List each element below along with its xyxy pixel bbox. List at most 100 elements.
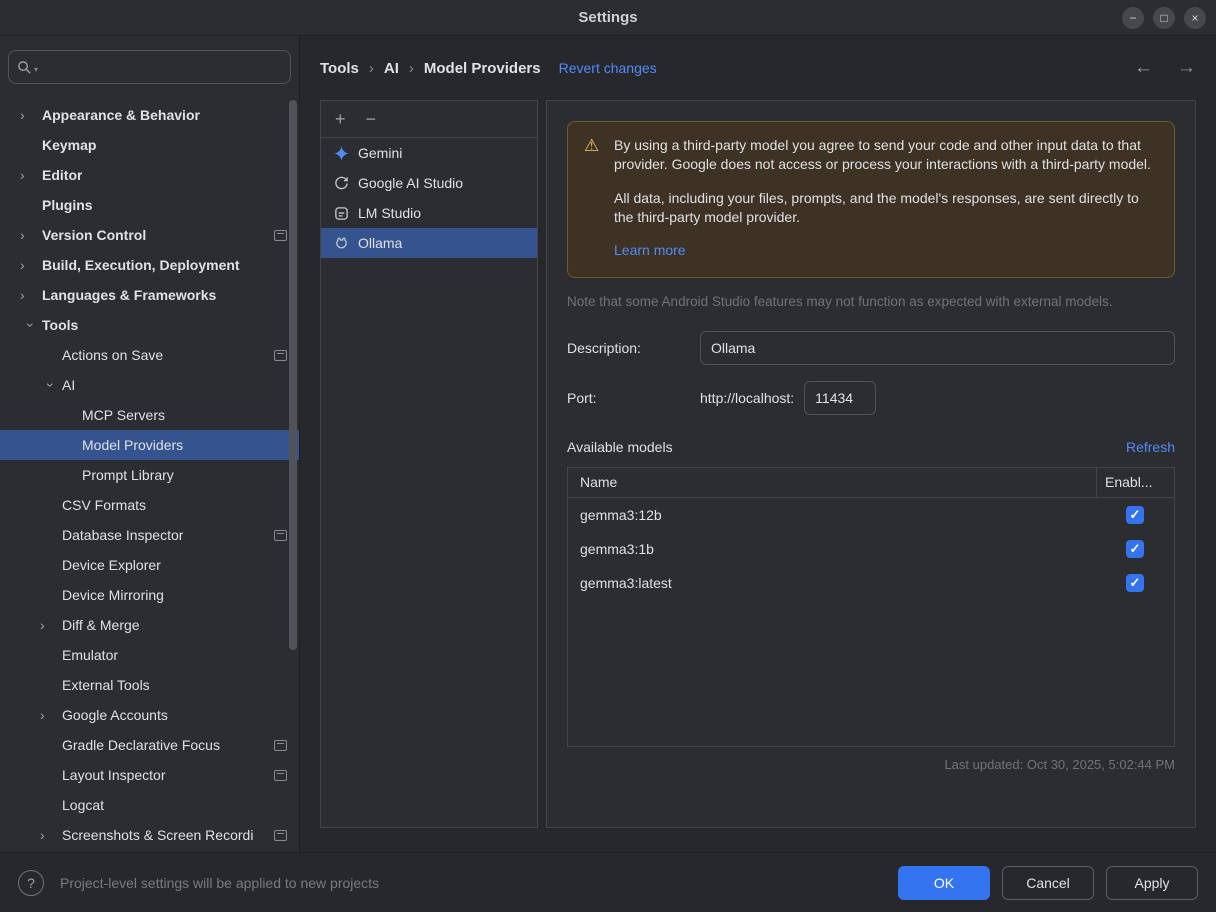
help-icon[interactable]: ? [18, 870, 44, 896]
window-controls: − □ × [1122, 7, 1206, 29]
third-party-warning-banner: ⚠ By using a third-party model you agree… [567, 121, 1175, 278]
chevron-right-icon[interactable]: › [40, 707, 62, 723]
sidebar-scrollbar[interactable] [289, 100, 297, 650]
minimize-button[interactable]: − [1122, 7, 1144, 29]
sidebar-item-mcp-servers[interactable]: MCP Servers [0, 400, 299, 430]
provider-item-gemini[interactable]: Gemini [321, 138, 537, 168]
models-table-header: Name Enabl... [568, 468, 1174, 498]
sidebar-item-google-accounts[interactable]: ›Google Accounts [0, 700, 299, 730]
last-updated-text: Last updated: Oct 30, 2025, 5:02:44 PM [567, 757, 1175, 772]
sidebar-item-label: CSV Formats [62, 497, 146, 513]
add-provider-button[interactable]: + [335, 110, 346, 128]
sidebar-item-label: Google Accounts [62, 707, 168, 723]
sidebar-item-appearance-behavior[interactable]: ›Appearance & Behavior [0, 100, 299, 130]
search-history-caret-icon: ▾ [34, 65, 38, 74]
provider-item-google-ai-studio[interactable]: Google AI Studio [321, 168, 537, 198]
back-arrow-icon[interactable]: ← [1134, 57, 1153, 79]
chevron-down-icon[interactable]: › [23, 314, 39, 336]
revert-changes-link[interactable]: Revert changes [559, 60, 657, 76]
provider-item-lm-studio[interactable]: LM Studio [321, 198, 537, 228]
sidebar-item-prompt-library[interactable]: Prompt Library [0, 460, 299, 490]
description-field[interactable] [700, 331, 1175, 365]
project-level-note: Project-level settings will be applied t… [60, 875, 379, 891]
provider-item-label: Ollama [358, 235, 402, 251]
column-header-enabled[interactable]: Enabl... [1096, 468, 1174, 497]
sidebar-item-editor[interactable]: ›Editor [0, 160, 299, 190]
google-ai-studio-icon [333, 176, 349, 191]
chevron-right-icon[interactable]: › [40, 827, 62, 843]
sidebar-item-label: Build, Execution, Deployment [42, 257, 240, 273]
sidebar-item-gradle-declarative-focus[interactable]: Gradle Declarative Focus [0, 730, 299, 760]
chevron-right-icon[interactable]: › [20, 287, 42, 303]
sidebar-item-diff-merge[interactable]: ›Diff & Merge [0, 610, 299, 640]
chevron-down-icon[interactable]: › [43, 374, 59, 396]
sidebar-item-tools[interactable]: ›Tools [0, 310, 299, 340]
model-enabled-cell: ✓ [1096, 540, 1174, 558]
sidebar-item-label: AI [62, 377, 75, 393]
model-providers-content: + − Gemini Google AI Studio LM Studio Ollam… [300, 100, 1216, 828]
settings-search-box[interactable]: ▾ [8, 50, 291, 84]
sidebar-item-device-mirroring[interactable]: Device Mirroring [0, 580, 299, 610]
provider-item-label: LM Studio [358, 205, 421, 221]
model-enabled-checkbox[interactable]: ✓ [1126, 540, 1144, 558]
model-name: gemma3:latest [568, 575, 1096, 591]
sidebar-item-label: Plugins [42, 197, 93, 213]
sidebar-item-keymap[interactable]: Keymap [0, 130, 299, 160]
description-label: Description: [567, 340, 700, 356]
search-input[interactable] [40, 59, 282, 75]
chevron-right-icon[interactable]: › [40, 617, 62, 633]
model-row: gemma3:1b ✓ [568, 532, 1174, 566]
sidebar-item-device-explorer[interactable]: Device Explorer [0, 550, 299, 580]
sidebar-item-csv-formats[interactable]: CSV Formats [0, 490, 299, 520]
sidebar-item-emulator[interactable]: Emulator [0, 640, 299, 670]
sidebar-item-actions-on-save[interactable]: Actions on Save [0, 340, 299, 370]
sidebar-item-label: Diff & Merge [62, 617, 140, 633]
sidebar-item-label: Logcat [62, 797, 104, 813]
ok-button[interactable]: OK [898, 866, 990, 900]
refresh-link[interactable]: Refresh [1126, 439, 1175, 455]
column-header-name[interactable]: Name [568, 468, 1096, 497]
breadcrumb: Tools › AI › Model Providers Revert chan… [300, 36, 1216, 100]
external-models-note: Note that some Android Studio features m… [567, 294, 1175, 309]
breadcrumb-item-tools[interactable]: Tools [320, 60, 359, 77]
provider-toolbar: + − [321, 101, 537, 138]
chevron-right-icon[interactable]: › [20, 257, 42, 273]
provider-item-label: Gemini [358, 145, 402, 161]
chevron-right-icon[interactable]: › [20, 107, 42, 123]
sidebar-item-label: Prompt Library [82, 467, 174, 483]
sidebar-item-languages-frameworks[interactable]: ›Languages & Frameworks [0, 280, 299, 310]
sidebar-item-database-inspector[interactable]: Database Inspector [0, 520, 299, 550]
breadcrumb-item-ai[interactable]: AI [384, 60, 399, 77]
sidebar-item-model-providers[interactable]: Model Providers [0, 430, 299, 460]
chevron-right-icon[interactable]: › [20, 227, 42, 243]
sidebar-item-version-control[interactable]: ›Version Control [0, 220, 299, 250]
breadcrumb-separator-icon: › [409, 60, 414, 77]
forward-arrow-icon[interactable]: → [1177, 57, 1196, 79]
sidebar-item-external-tools[interactable]: External Tools [0, 670, 299, 700]
provider-item-label: Google AI Studio [358, 175, 463, 191]
sidebar-item-label: Editor [42, 167, 82, 183]
apply-button[interactable]: Apply [1106, 866, 1198, 900]
remove-provider-button[interactable]: − [366, 110, 377, 128]
sidebar-item-ai[interactable]: ›AI [0, 370, 299, 400]
cancel-button[interactable]: Cancel [1002, 866, 1094, 900]
provider-item-ollama[interactable]: Ollama [321, 228, 537, 258]
sidebar-item-plugins[interactable]: Plugins [0, 190, 299, 220]
sidebar-item-build-execution-deployment[interactable]: ›Build, Execution, Deployment [0, 250, 299, 280]
sidebar-item-layout-inspector[interactable]: Layout Inspector [0, 760, 299, 790]
close-button[interactable]: × [1184, 7, 1206, 29]
model-enabled-checkbox[interactable]: ✓ [1126, 574, 1144, 592]
sidebar-item-logcat[interactable]: Logcat [0, 790, 299, 820]
sidebar-item-screenshots-screen-recordi[interactable]: ›Screenshots & Screen Recordi [0, 820, 299, 850]
model-name: gemma3:1b [568, 541, 1096, 557]
maximize-button[interactable]: □ [1153, 7, 1175, 29]
model-enabled-checkbox[interactable]: ✓ [1126, 506, 1144, 524]
project-level-icon [274, 830, 287, 841]
provider-detail-panel: ⚠ By using a third-party model you agree… [546, 100, 1196, 828]
title-bar: Settings − □ × [0, 0, 1216, 36]
learn-more-link[interactable]: Learn more [614, 241, 686, 260]
port-field[interactable] [804, 381, 876, 415]
dialog-footer: ? Project-level settings will be applied… [0, 852, 1216, 912]
available-models-row: Available models Refresh [567, 439, 1175, 455]
chevron-right-icon[interactable]: › [20, 167, 42, 183]
